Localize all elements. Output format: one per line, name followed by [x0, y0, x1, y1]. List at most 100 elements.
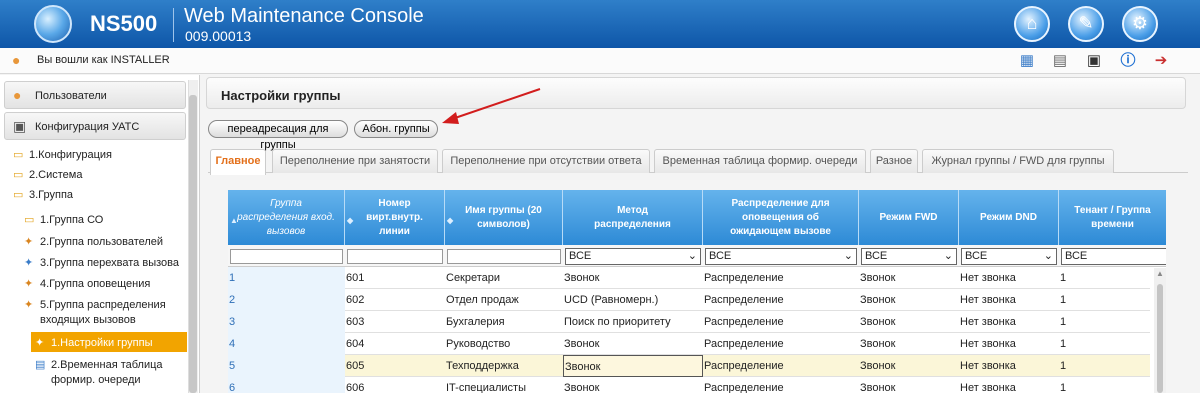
red-arrow-annotation — [442, 88, 541, 124]
filter-name-input[interactable] — [447, 249, 561, 264]
cell-group[interactable]: 4 — [228, 333, 345, 355]
table-row[interactable]: 6 606 IT-специалисты Звонок Распределение Зво… — [228, 377, 1150, 393]
col-header-tenant[interactable]: Тенант / Группа времени — [1059, 190, 1166, 245]
col-header-name[interactable]: ◆ Имя группы (20 символов) — [445, 190, 563, 245]
cell-fwd: Звонок — [860, 316, 896, 328]
filter-fwd-select[interactable]: ВСЕ ⌄ — [861, 248, 957, 265]
cell-number: 604 — [346, 338, 365, 350]
cell-dnd: Нет звонка — [960, 382, 1016, 393]
table-scroll-thumb[interactable] — [1157, 284, 1163, 393]
tree-item-system[interactable]: ▭ 2.Система — [13, 168, 82, 181]
filter-cw-select[interactable]: ВСЕ ⌄ — [705, 248, 857, 265]
col-header-fwd[interactable]: Режим FWD — [859, 190, 959, 245]
group-members-button[interactable]: Абон. группы — [354, 120, 438, 138]
cell-group[interactable]: 6 — [228, 377, 345, 393]
cell-name: Отдел продаж — [446, 294, 519, 306]
info-icon[interactable]: ⓘ — [1118, 52, 1138, 70]
cell-fwd: Звонок — [860, 382, 896, 393]
cell-fwd: Звонок — [860, 338, 896, 350]
cell-number: 606 — [346, 382, 365, 393]
table-row[interactable]: 5 605 Техподдержка Звонок Распределение Звоно… — [228, 355, 1150, 377]
cell-method: Звонок — [564, 382, 600, 393]
tools-button[interactable]: ✎ — [1068, 6, 1104, 42]
user-icon: ● — [13, 87, 22, 103]
home-button[interactable]: ⌂ — [1014, 6, 1050, 42]
tree-item-pickup-group[interactable]: ✦ 3.Группа перехвата вызова — [24, 256, 179, 269]
cell-number: 603 — [346, 316, 365, 328]
tab-main[interactable]: Главное — [210, 149, 266, 175]
cell-dnd: Нет звонка — [960, 338, 1016, 350]
paging-icon: ✦ — [24, 278, 34, 290]
sidebar-config-header[interactable]: ▣ Конфигурация УАТС — [4, 112, 186, 140]
folder-icon: ▭ — [13, 169, 24, 181]
sort-icon: ▲ — [230, 216, 238, 225]
page-title: Настройки группы — [221, 88, 341, 103]
col-header-cw-distribution[interactable]: Распределение для оповещения об ожидающе… — [703, 190, 859, 245]
save-icon[interactable]: ▣ — [1084, 52, 1104, 70]
filter-dnd-select[interactable]: ВСЕ ⌄ — [961, 248, 1057, 265]
tab-no-answer-overflow[interactable]: Переполнение при отсутствии ответа — [442, 149, 650, 173]
cell-name: IT-специалисты — [446, 382, 526, 393]
user-bar: ● Вы вошли как INSTALLER ▦ ▤ ▣ ⓘ ➔ — [0, 48, 1200, 74]
sidebar-users-header[interactable]: ● Пользователи — [4, 81, 186, 109]
col-header-method[interactable]: Метод распределения — [563, 190, 703, 245]
tree-item-paging-group[interactable]: ✦ 4.Группа оповещения — [24, 277, 150, 290]
cell-fwd: Звонок — [860, 360, 896, 372]
tab-misc[interactable]: Разное — [870, 149, 918, 173]
tree-item-configuration[interactable]: ▭ 1.Конфигурация — [13, 148, 112, 161]
filter-method-select[interactable]: ВСЕ ⌄ — [565, 248, 701, 265]
filter-group-input[interactable] — [230, 249, 343, 264]
settings-button[interactable]: ⚙ — [1122, 6, 1158, 42]
cell-group[interactable]: 1 — [228, 267, 345, 289]
tree-item-group[interactable]: ▭ 3.Группа — [13, 188, 73, 201]
brand-name: NS500 — [90, 11, 158, 36]
tab-busy-overflow[interactable]: Переполнение при занятости — [272, 149, 438, 173]
table-row[interactable]: 3 603 Бухгалерия Поиск по приоритету Распред… — [228, 311, 1150, 333]
chevron-down-icon: ⌄ — [843, 250, 853, 262]
cell-method: UCD (Равномерн.) — [564, 294, 659, 306]
col-header-group[interactable]: ▲ Группа распределения вход. вызовов — [228, 190, 345, 245]
table-icon: ▤ — [35, 359, 46, 371]
cell-method: Поиск по приоритету — [564, 316, 671, 328]
tab-queue-time-table[interactable]: Временная таблица формир. очереди — [654, 149, 866, 173]
tree-item-icd-group[interactable]: ✦ 5.Группа распределения — [24, 298, 166, 311]
user-icon: ● — [12, 52, 21, 68]
tab-bar: Главное Переполнение при занятости Переп… — [208, 149, 1188, 175]
sidebar: ● Пользователи ▣ Конфигурация УАТС ▭ 1.Ко… — [0, 75, 200, 393]
tree-item-user-group[interactable]: ✦ 2.Группа пользователей — [24, 235, 163, 248]
app-title: Web Maintenance Console — [184, 5, 424, 27]
cell-group[interactable]: 3 — [228, 311, 345, 333]
cell-group[interactable]: 2 — [228, 289, 345, 311]
cell-name: Секретари — [446, 272, 501, 284]
sidebar-scroll-thumb[interactable] — [189, 95, 197, 393]
filter-number-input[interactable] — [347, 249, 443, 264]
scroll-up-icon[interactable]: ▲ — [1154, 269, 1166, 281]
chevron-down-icon: ⌄ — [687, 250, 697, 262]
sidebar-config-label: Конфигурация УАТС — [35, 121, 140, 133]
chevron-down-icon: ⌄ — [1043, 250, 1053, 262]
table-row[interactable]: 4 604 Руководство Звонок Распределение Звонок… — [228, 333, 1150, 355]
table-row[interactable]: 1 601 Секретари Звонок Распределение Звонок Не… — [228, 267, 1150, 289]
col-header-number[interactable]: ◆ Номер вирт.внутр. линии — [345, 190, 445, 245]
filter-tenant-select[interactable]: ВСЕ — [1061, 248, 1166, 265]
cell-tenant: 1 — [1060, 382, 1067, 393]
cell-name: Техподдержка — [446, 360, 519, 372]
header-divider — [173, 8, 174, 42]
tree-item-co-group[interactable]: ▭ 1.Группа СО — [24, 213, 103, 226]
table-header: ▲ Группа распределения вход. вызовов ◆ Ном… — [228, 190, 1166, 245]
logout-icon[interactable]: ➔ — [1151, 52, 1171, 70]
col-header-dnd[interactable]: Режим DND — [959, 190, 1059, 245]
group-forward-button[interactable]: переадресация для группы — [208, 120, 348, 151]
table-row[interactable]: 2 602 Отдел продаж UCD (Равномерн.) Распреде… — [228, 289, 1150, 311]
cell-cw-distribution: Распределение — [704, 272, 784, 284]
tree-item-queue-time-table-cont: формир. очереди — [51, 374, 141, 386]
tab-group-log-fwd[interactable]: Журнал группы / FWD для группы — [922, 149, 1114, 173]
sort-icon: ◆ — [347, 216, 354, 225]
cell-number: 601 — [346, 272, 365, 284]
calendar-icon[interactable]: ▦ — [1017, 52, 1037, 70]
tree-item-queue-time-table[interactable]: ▤ 2.Временная таблица — [35, 358, 163, 371]
cell-name: Бухгалерия — [446, 316, 505, 328]
file-icon[interactable]: ▤ — [1050, 52, 1070, 70]
cell-group[interactable]: 5 — [228, 355, 345, 377]
cell-method: Звонок — [564, 338, 600, 350]
